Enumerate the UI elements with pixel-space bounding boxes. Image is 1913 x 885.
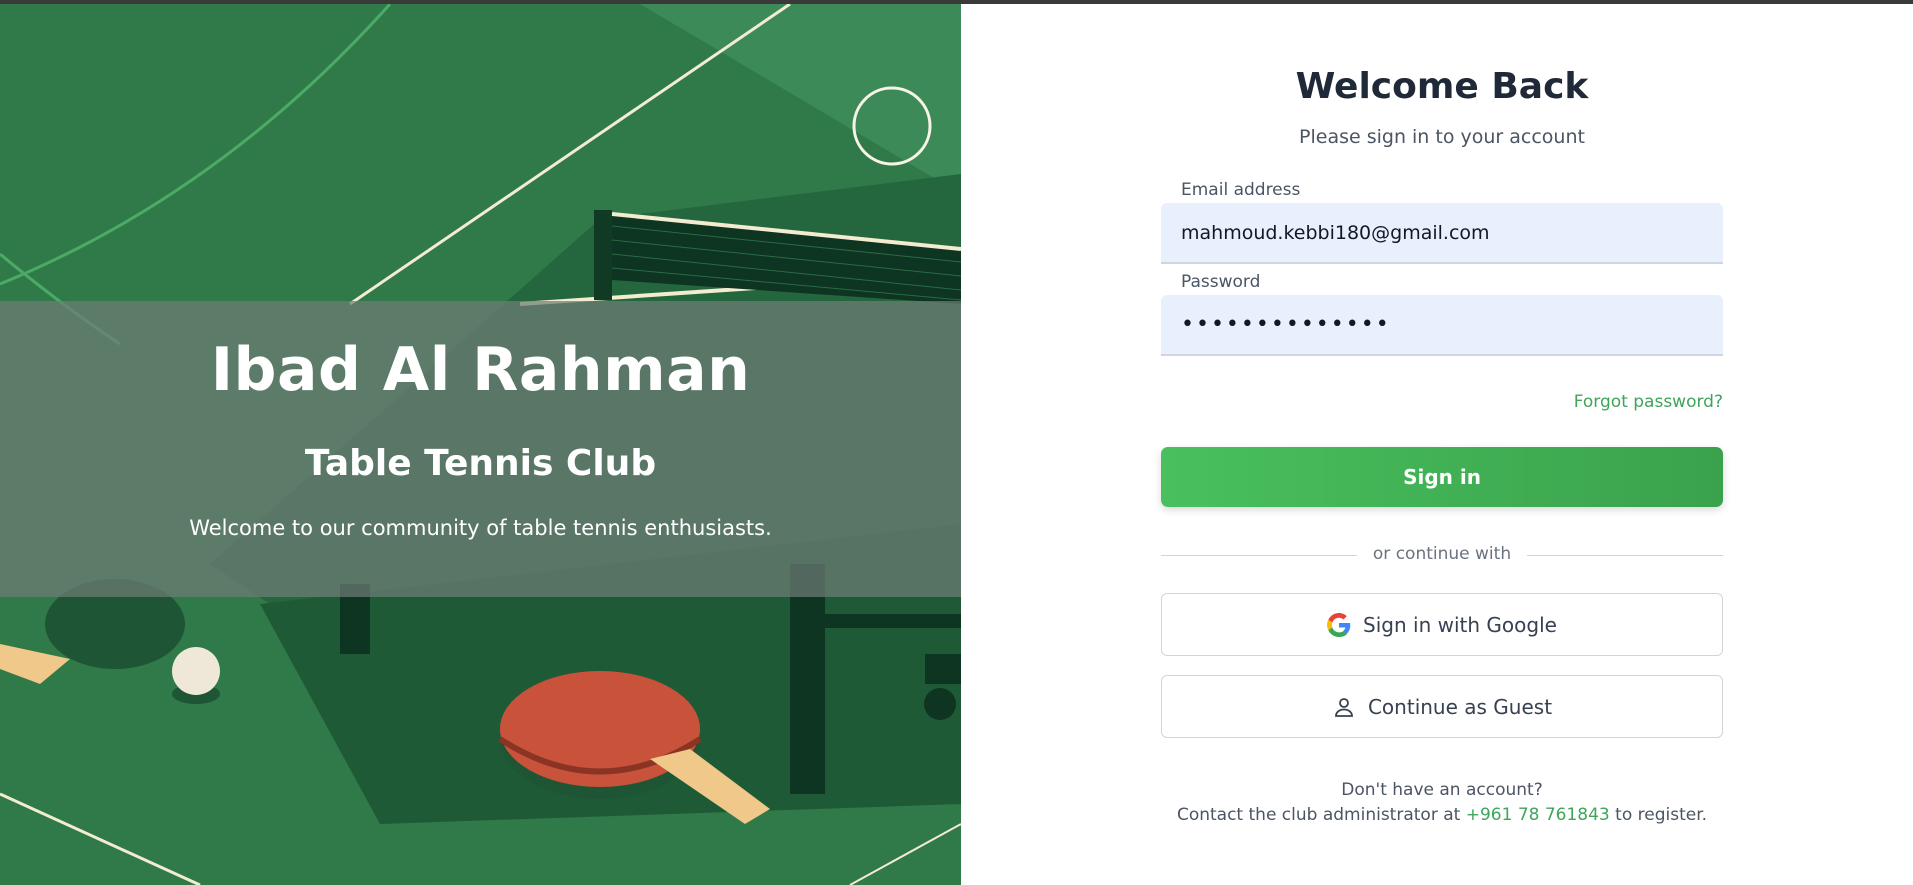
google-sign-in-button[interactable]: Sign in with Google [1161, 593, 1723, 656]
register-contact: Contact the club administrator at +961 7… [1161, 805, 1723, 825]
divider-text: or continue with [1372, 544, 1512, 564]
user-icon [1332, 695, 1356, 719]
browser-top-border [0, 0, 1913, 4]
sign-in-button[interactable]: Sign in [1161, 447, 1723, 507]
welcome-text: Welcome to our community of table tennis… [189, 516, 772, 540]
page-title: Welcome Back [1295, 66, 1589, 107]
guest-button[interactable]: Continue as Guest [1161, 675, 1723, 738]
hero-panel: Ibad Al Rahman Table Tennis Club Welcome… [0, 4, 961, 885]
page-subtitle: Please sign in to your account [1299, 126, 1585, 148]
forgot-password-link[interactable]: Forgot password? [1574, 392, 1723, 412]
register-question: Don't have an account? [1341, 780, 1543, 800]
google-icon [1327, 612, 1351, 637]
club-subtitle: Table Tennis Club [304, 443, 657, 484]
guest-button-label: Continue as Guest [1367, 694, 1553, 719]
divider-line-right [1527, 555, 1723, 556]
google-button-label: Sign in with Google [1363, 612, 1557, 637]
hero-overlay: Ibad Al Rahman Table Tennis Club Welcome… [0, 301, 961, 597]
club-name-title: Ibad Al Rahman [210, 335, 751, 405]
login-panel: Welcome Back Please sign in to your acco… [961, 4, 1913, 885]
admin-phone-link[interactable]: +961 78 761843 [1466, 805, 1610, 825]
contact-suffix: to register. [1615, 805, 1708, 825]
divider: or continue with [1161, 544, 1723, 566]
email-label: Email address [1181, 180, 1301, 200]
contact-prefix: Contact the club administrator at [1176, 805, 1461, 825]
email-field[interactable] [1161, 203, 1723, 264]
password-field[interactable] [1161, 295, 1723, 356]
password-label: Password [1181, 272, 1261, 292]
